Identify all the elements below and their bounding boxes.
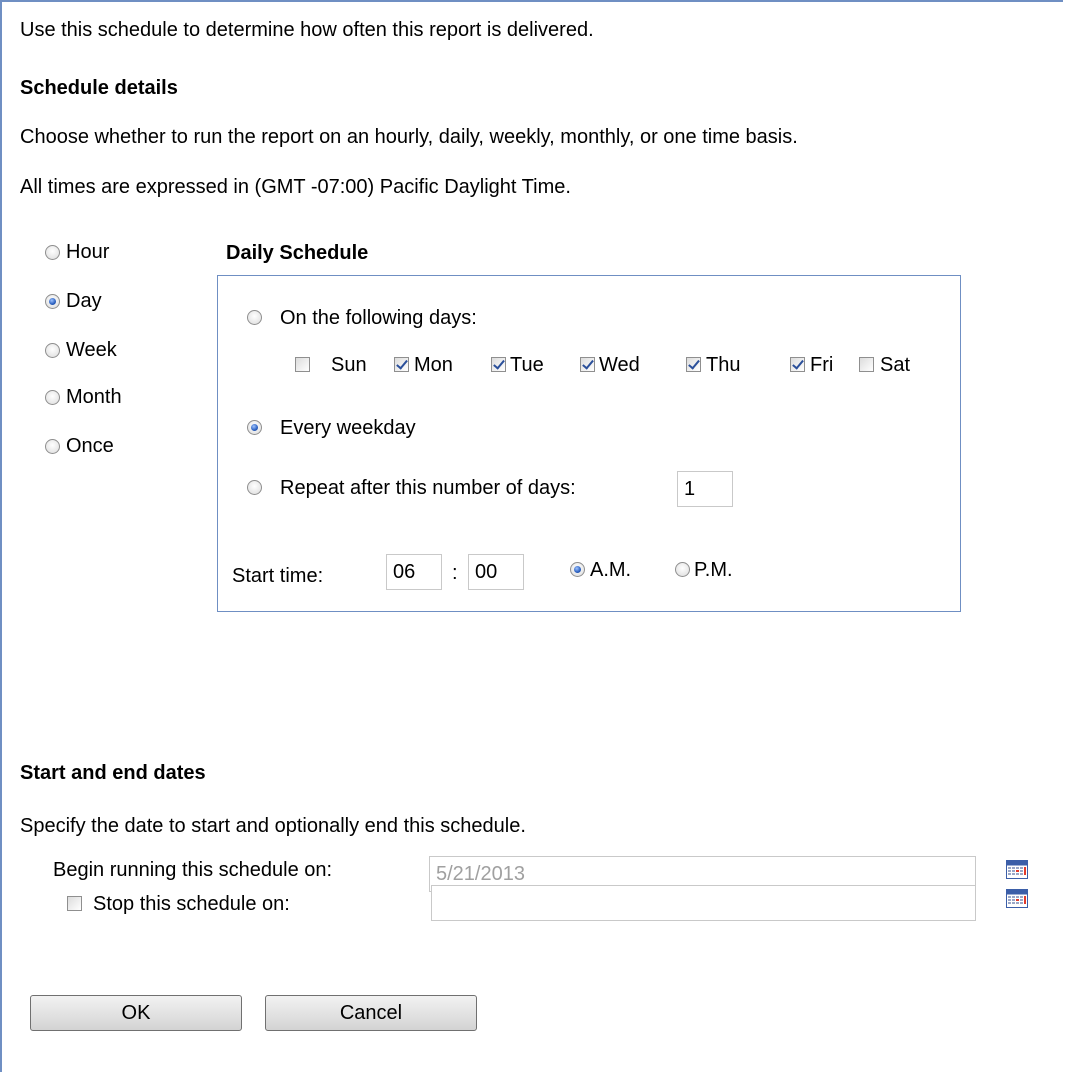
checkbox-mon-label[interactable]: Mon (414, 355, 453, 375)
checkbox-wed[interactable] (580, 357, 595, 372)
radio-following-days[interactable] (247, 310, 262, 325)
radio-every-weekday[interactable] (247, 420, 262, 435)
radio-following-days-label[interactable]: On the following days: (280, 308, 477, 328)
schedule-details-heading: Schedule details (20, 77, 178, 99)
radio-week-label[interactable]: Week (66, 340, 117, 360)
radio-once-label[interactable]: Once (66, 436, 114, 456)
checkbox-fri[interactable] (790, 357, 805, 372)
radio-am[interactable] (570, 562, 585, 577)
daily-schedule-heading: Daily Schedule (226, 242, 369, 264)
time-separator: : (452, 562, 458, 584)
checkbox-thu[interactable] (686, 357, 701, 372)
calendar-icon[interactable] (1006, 889, 1028, 908)
radio-day-label[interactable]: Day (66, 291, 102, 311)
radio-pm[interactable] (675, 562, 690, 577)
begin-date-label: Begin running this schedule on: (53, 859, 333, 881)
radio-week[interactable] (45, 343, 60, 358)
checkbox-fri-label[interactable]: Fri (810, 355, 833, 375)
dates-heading: Start and end dates (20, 762, 206, 784)
checkbox-sun-label[interactable]: Sun (331, 355, 367, 375)
calendar-icon[interactable] (1006, 860, 1028, 879)
checkbox-wed-label[interactable]: Wed (599, 355, 640, 375)
start-hour-input[interactable] (386, 554, 442, 590)
intro-text: Use this schedule to determine how often… (20, 19, 594, 41)
checkbox-tue[interactable] (491, 357, 506, 372)
checkbox-tue-label[interactable]: Tue (510, 355, 544, 375)
dates-description: Specify the date to start and optionally… (20, 815, 526, 837)
radio-hour-label[interactable]: Hour (66, 242, 109, 262)
checkbox-sun[interactable] (295, 357, 310, 372)
radio-every-weekday-label[interactable]: Every weekday (280, 418, 416, 438)
timezone-text: All times are expressed in (GMT -07:00) … (20, 176, 571, 198)
start-minute-input[interactable] (468, 554, 524, 590)
radio-pm-label[interactable]: P.M. (694, 560, 733, 580)
radio-month-label[interactable]: Month (66, 387, 122, 407)
radio-am-label[interactable]: A.M. (590, 560, 631, 580)
checkbox-thu-label[interactable]: Thu (706, 355, 740, 375)
radio-once[interactable] (45, 439, 60, 454)
cancel-button[interactable]: Cancel (265, 995, 477, 1031)
radio-repeat-days-label[interactable]: Repeat after this number of days: (280, 478, 576, 498)
radio-day[interactable] (45, 294, 60, 309)
start-time-label: Start time: (232, 565, 324, 587)
radio-repeat-days[interactable] (247, 480, 262, 495)
radio-month[interactable] (45, 390, 60, 405)
repeat-days-input[interactable] (677, 471, 733, 507)
checkbox-mon[interactable] (394, 357, 409, 372)
ok-button[interactable]: OK (30, 995, 242, 1031)
schedule-details-description: Choose whether to run the report on an h… (20, 126, 798, 148)
radio-hour[interactable] (45, 245, 60, 260)
checkbox-sat[interactable] (859, 357, 874, 372)
stop-date-input[interactable] (431, 885, 976, 921)
checkbox-sat-label[interactable]: Sat (880, 355, 910, 375)
stop-date-label[interactable]: Stop this schedule on: (93, 894, 290, 914)
checkbox-stop-schedule[interactable] (67, 896, 82, 911)
